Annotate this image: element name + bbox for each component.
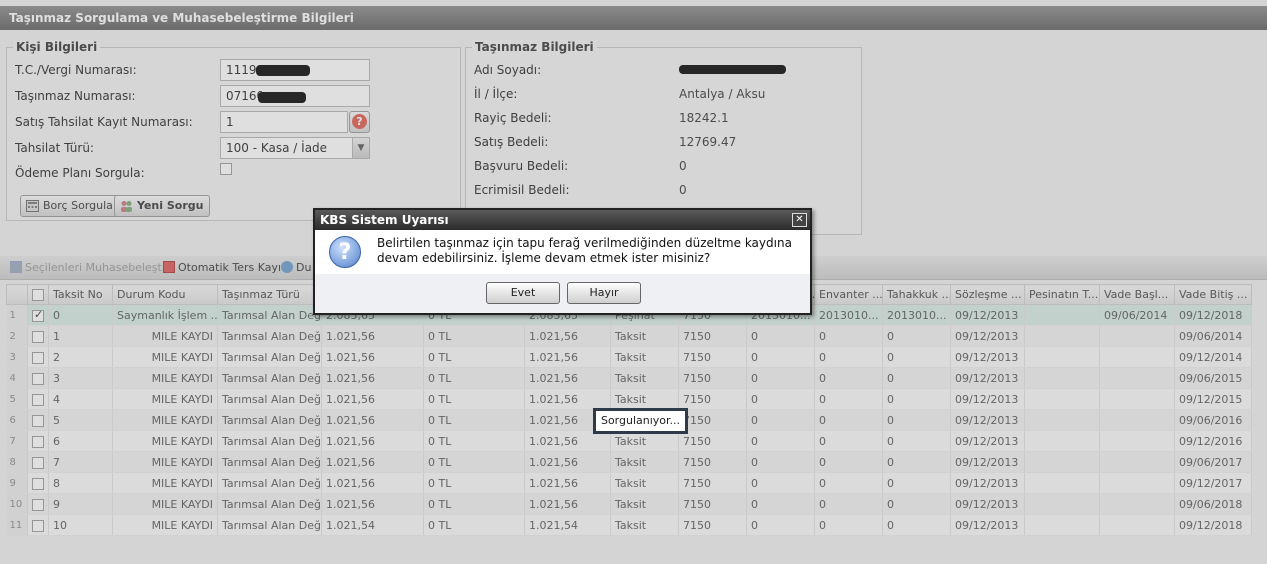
close-icon[interactable]: ✕ (792, 213, 807, 227)
hayir-button[interactable]: Hayır (567, 282, 641, 304)
dialog-message: Belirtilen taşınmaz için tapu ferağ veri… (377, 236, 792, 265)
loading-indicator: Sorgulanıyor... (593, 408, 688, 434)
evet-button[interactable]: Evet (486, 282, 560, 304)
question-icon: ? (329, 236, 361, 268)
dialog-body: ? Belirtilen taşınmaz için tapu ferağ ve… (315, 230, 810, 274)
kbs-warning-dialog: KBS Sistem Uyarısı ✕ ? Belirtilen taşınm… (313, 208, 812, 315)
dialog-title: KBS Sistem Uyarısı (315, 210, 810, 230)
